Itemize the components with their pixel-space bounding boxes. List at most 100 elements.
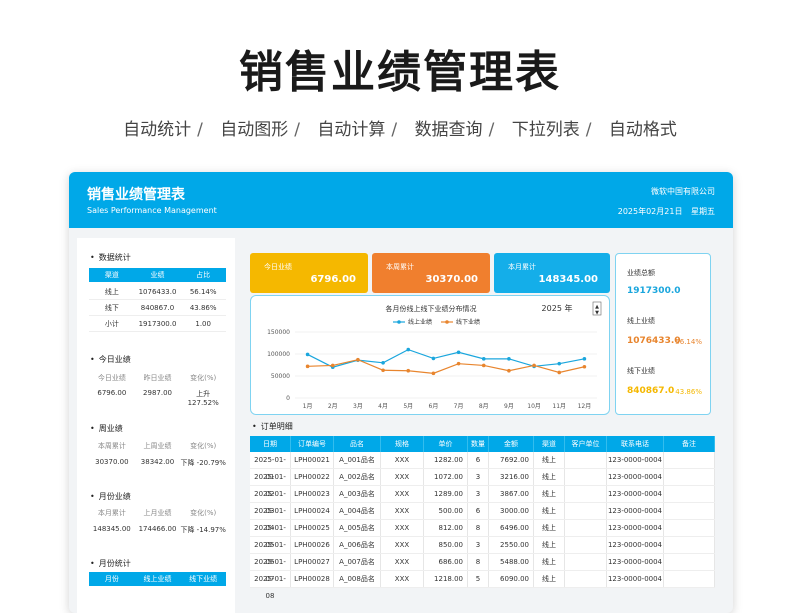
- table-row[interactable]: 2025-01-04 LPH00024 A_004品名 XXX 500.00 6 3000.…: [250, 503, 715, 532]
- data-point: [507, 357, 511, 361]
- data-point: [356, 357, 360, 362]
- table-cell: 686.00: [424, 554, 468, 570]
- column-header[interactable]: 金额: [489, 436, 534, 452]
- table-cell: LPH00028: [291, 571, 334, 587]
- table-cell: 6090.00: [489, 571, 534, 587]
- column-header[interactable]: 订单编号: [291, 436, 334, 452]
- feature-list: 自动统计 / 自动图形 / 自动计算 / 数据查询 / 下拉列表 / 自动格式: [0, 115, 800, 140]
- table-cell: 3: [468, 486, 489, 502]
- table-cell: A_004品名: [334, 503, 381, 519]
- cell: 1076433.0: [138, 288, 177, 296]
- x-tick-label: 12月: [578, 403, 592, 410]
- table-cell: 6: [468, 503, 489, 519]
- table-cell: 123-0000-0004: [607, 503, 664, 519]
- table-row[interactable]: 2025-01-08 LPH00028 A_008品名 XXX 1218.00 5 6090…: [250, 571, 715, 600]
- year-spinner[interactable]: ▲ ▼: [592, 301, 602, 316]
- table-row[interactable]: 2025-01-05 LPH00025 A_005品名 XXX 812.00 8 6496.…: [250, 520, 715, 549]
- feature-item: 自动统计: [123, 120, 192, 140]
- column-header[interactable]: 渠道: [534, 436, 565, 452]
- table-row[interactable]: 2025-01-03 LPH00023 A_003品名 XXX 1289.00 3 3867…: [250, 486, 715, 515]
- data-point: [305, 364, 310, 369]
- table-cell: XXX: [381, 554, 424, 570]
- total-label: 业绩总额: [627, 269, 655, 277]
- kpi-label: 本月累计: [508, 263, 536, 271]
- feature-separator: /: [488, 120, 495, 140]
- today-values: 6796.00 2987.00 上升 127.52%: [89, 389, 226, 407]
- chart-plot-area: 150000 100000 50000 0 1月 2月 3月 4月 5月 6月 7月 8月 9月 10月 1…: [267, 329, 597, 410]
- cell: 线下: [104, 304, 119, 312]
- column-header[interactable]: 数量: [468, 436, 489, 452]
- table-cell: A_001品名: [334, 452, 381, 468]
- table-row[interactable]: 2025-01-02 LPH00022 A_002品名 XXX 1072.00 3 3216…: [250, 469, 715, 498]
- column-header[interactable]: 规格: [381, 436, 424, 452]
- table-cell: 6496.00: [489, 520, 534, 536]
- data-point: [557, 370, 562, 375]
- table-cell: [565, 537, 607, 553]
- column-header[interactable]: 品名: [334, 436, 381, 452]
- col-header: 业绩: [150, 271, 165, 279]
- table-cell: 2025-01-07: [250, 554, 291, 583]
- column-header[interactable]: 备注: [664, 436, 715, 452]
- dashboard-subtitle: Sales Performance Management: [87, 206, 217, 215]
- kpi-today: 今日业绩 6796.00: [250, 253, 368, 293]
- table-cell: LPH00027: [291, 554, 334, 570]
- table-cell: 线上: [534, 503, 565, 519]
- table-cell: 1218.00: [424, 571, 468, 587]
- table-cell: 线上: [534, 452, 565, 468]
- data-point: [532, 363, 536, 368]
- column-header[interactable]: 客户单位: [565, 436, 607, 452]
- orders-title: 订单明细: [252, 421, 293, 432]
- today-labels: 今日业绩 昨日业绩 变化(%): [89, 373, 226, 383]
- x-tick-label: 2月: [328, 403, 338, 410]
- table-cell: A_005品名: [334, 520, 381, 536]
- stat-label: 变化(%): [190, 374, 217, 382]
- table-cell: 线上: [534, 554, 565, 570]
- x-tick-label: 6月: [429, 403, 439, 410]
- table-cell: 123-0000-0004: [607, 469, 664, 485]
- offline-percent: 43.86%: [675, 388, 702, 396]
- year-select[interactable]: 2025 年: [542, 303, 573, 313]
- stat-value: 2987.00: [143, 389, 172, 397]
- stat-label: 变化(%): [190, 442, 217, 450]
- table-cell: LPH00021: [291, 452, 334, 468]
- data-point: [305, 352, 310, 357]
- y-tick-label: 0: [286, 395, 290, 402]
- table-row[interactable]: 2025-01-06 LPH00026 A_006品名 XXX 850.00 3 2550.…: [250, 537, 715, 566]
- table-cell: [565, 571, 607, 587]
- month-labels: 本月累计 上月业绩 变化(%): [89, 508, 226, 518]
- data-point: [456, 361, 461, 366]
- feature-separator: /: [391, 120, 398, 140]
- feature-separator: /: [197, 120, 203, 140]
- table-cell: [664, 503, 715, 519]
- column-header[interactable]: 联系电话: [607, 436, 664, 452]
- table-cell: 线上: [534, 537, 565, 553]
- column-header[interactable]: 日期: [250, 436, 291, 452]
- table-cell: 线上: [534, 571, 565, 587]
- table-cell: XXX: [381, 520, 424, 536]
- table-cell: 线上: [534, 520, 565, 536]
- kpi-value: 6796.00: [310, 274, 356, 285]
- today-title: 今日业绩: [90, 354, 131, 365]
- data-point: [582, 357, 587, 361]
- stat-label: 变化(%): [190, 509, 217, 517]
- table-row[interactable]: 2025-01-07 LPH00027 A_007品名 XXX 686.00 8 5488.…: [250, 554, 715, 583]
- table-cell: 812.00: [424, 520, 468, 536]
- col-header: 线下业绩: [189, 575, 218, 583]
- stat-value: 148345.00: [92, 525, 131, 533]
- data-point: [481, 363, 486, 368]
- kpi-label: 今日业绩: [264, 263, 292, 271]
- data-point: [330, 363, 335, 368]
- table-cell: 2550.00: [489, 537, 534, 553]
- table-cell: A_006品名: [334, 537, 381, 553]
- feature-separator: /: [294, 120, 301, 140]
- kpi-month: 本月累计 148345.00: [494, 253, 610, 293]
- data-point: [507, 368, 511, 373]
- table-header-row: 日期 订单编号 品名 规格 单价 数量 金额 渠道 客户单位 联系电话 备注: [250, 436, 715, 452]
- table-row[interactable]: 2025-01-01 LPH00021 A_001品名 XXX 1282.00 6 7692…: [250, 452, 715, 481]
- column-header[interactable]: 单价: [424, 436, 468, 452]
- table-cell: 2025-01-08: [250, 571, 291, 600]
- stat-value: 下降 -14.97%: [180, 526, 226, 534]
- table-cell: XXX: [381, 537, 424, 553]
- x-tick-label: 7月: [454, 403, 464, 410]
- series-line-offline: [307, 359, 585, 374]
